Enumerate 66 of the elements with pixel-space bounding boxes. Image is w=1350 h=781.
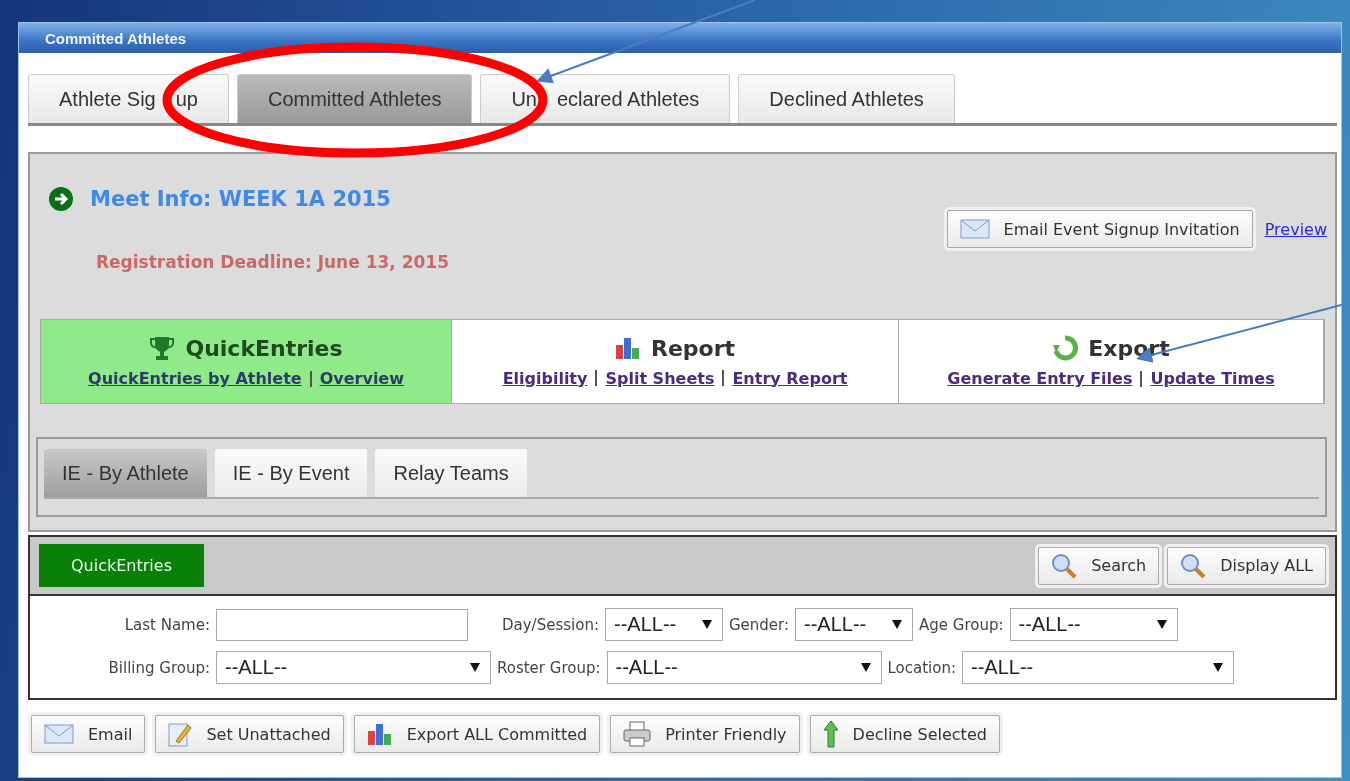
dropdown[interactable]: --ALL-- (1009, 608, 1178, 641)
section-link[interactable]: Eligibility (502, 368, 588, 388)
up-arrow-icon (822, 720, 839, 748)
field-label: Last Name: (123, 615, 210, 634)
separator-line (309, 370, 312, 387)
preview-link[interactable]: Preview (1264, 219, 1327, 239)
action-button[interactable]: Set Unattached (155, 715, 344, 753)
arrow-circle-icon (48, 186, 74, 212)
field-label: Gender: (728, 615, 790, 634)
dropdown[interactable]: --ALL-- (606, 651, 882, 684)
bar-chart-icon (615, 336, 641, 360)
field-label: Age Group: (919, 615, 1004, 634)
section-link[interactable]: Overview (319, 369, 404, 388)
envelope-icon (44, 724, 74, 744)
sub-tab[interactable]: IE - By Athlete (44, 449, 207, 497)
action-button[interactable]: Export ALL Committed (353, 715, 601, 753)
caret-icon (1213, 663, 1223, 672)
search-button[interactable]: Search (1038, 546, 1160, 585)
recycle-icon (1052, 335, 1079, 361)
section-title: QuickEntries (185, 335, 343, 361)
email-invitation-button[interactable]: Email Event Signup Invitation (946, 210, 1253, 248)
meet-title: Meet Info: WEEK 1A 2015 (90, 187, 391, 211)
envelope-icon (959, 219, 990, 239)
section-link[interactable]: Generate Entry Files (947, 369, 1133, 388)
bar-chart-icon (366, 722, 393, 746)
caret-icon (470, 663, 480, 672)
caret-icon (892, 620, 903, 629)
dropdown[interactable]: --ALL-- (216, 651, 491, 684)
magnifier-icon (1180, 552, 1207, 579)
caret-icon (1156, 620, 1167, 629)
trophy-icon (149, 335, 176, 361)
printer-icon (623, 721, 652, 747)
field-label: Billing Group: (107, 658, 210, 677)
panel-label: QuickEntries (39, 544, 204, 587)
separator-line (1140, 370, 1143, 387)
action-button[interactable]: Printer Friendly (610, 715, 800, 753)
section-title: Export (1088, 335, 1170, 361)
field-label: Day/Session: (502, 615, 599, 634)
action-button[interactable]: Decline Selected (809, 715, 1000, 753)
registration-deadline: Registration Deadline: June 13, 2015 (96, 252, 450, 272)
caret-icon (860, 663, 871, 672)
tab[interactable]: Committed Athletes (237, 74, 473, 123)
magnifier-icon (1051, 552, 1078, 579)
section-title: Report (651, 335, 736, 361)
action-button[interactable]: Email (31, 715, 146, 753)
section-link[interactable]: Entry Report (732, 368, 848, 388)
section-link[interactable]: Update Times (1150, 369, 1275, 388)
last-name-field[interactable] (216, 608, 468, 641)
separator-line (722, 370, 725, 386)
section-link[interactable]: QuickEntries by Athlete (88, 369, 302, 388)
section-link[interactable]: Split Sheets (605, 368, 715, 388)
caret-icon (701, 620, 712, 629)
tab[interactable]: Un eclared Athletes (480, 74, 731, 123)
window-title: Committed Athletes (19, 23, 1341, 53)
tab[interactable]: Declined Athletes (738, 74, 955, 123)
sub-tab[interactable]: IE - By Event (214, 449, 368, 497)
dropdown[interactable]: --ALL-- (962, 651, 1234, 684)
pencil-icon (168, 721, 193, 747)
field-label: Roster Group: (497, 658, 601, 677)
separator-line (595, 370, 598, 386)
dropdown[interactable]: --ALL-- (604, 608, 723, 641)
field-label: Location: (887, 658, 956, 677)
sub-tab[interactable]: Relay Teams (375, 449, 527, 497)
search-button[interactable]: Display ALL (1167, 546, 1326, 585)
tab[interactable]: Athlete Sig up (28, 74, 229, 123)
dropdown[interactable]: --ALL-- (795, 608, 914, 641)
